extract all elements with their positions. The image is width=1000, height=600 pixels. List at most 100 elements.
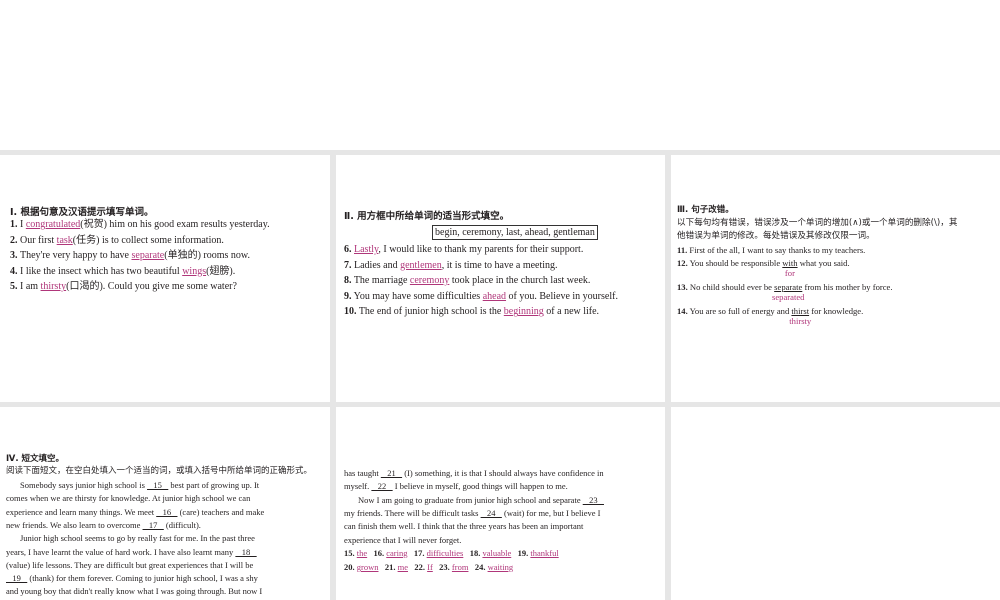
passage-line: and young boy that didn't really know wh… bbox=[6, 585, 262, 598]
section1-heading: Ⅰ. 根据句意及汉语提示填写单词。 bbox=[10, 207, 154, 218]
word-box: begin, ceremony, last, ahead, gentleman bbox=[432, 225, 598, 240]
answer-word: grown bbox=[356, 562, 379, 572]
answer-number: 19. bbox=[511, 548, 531, 558]
item-number: 7. bbox=[344, 259, 352, 271]
item-text: The end of junior high school is the bbox=[356, 306, 504, 318]
passage-text: new friends. We also learn to overcome bbox=[6, 519, 143, 530]
passage-line: has taught 21 (I) something, it is that … bbox=[344, 467, 604, 480]
passage-text: Junior high school seems to go by really… bbox=[20, 533, 255, 544]
passage-text: I believe in myself, good things will ha… bbox=[392, 481, 568, 492]
item-text: took place in the church last week. bbox=[449, 275, 591, 287]
item-text: (祝贺) him on his good exam results yester… bbox=[80, 219, 270, 230]
item-text: (翅膀). bbox=[206, 265, 236, 277]
passage-text: Somebody says junior high school is bbox=[20, 480, 148, 490]
section1-item: 2. Our first task(任务) is to collect some… bbox=[10, 235, 224, 247]
section4-heading: Ⅳ. 短文填空。 bbox=[6, 454, 65, 464]
item-number: 10. bbox=[344, 306, 357, 318]
panel-passage-continued: has taught 21 (I) something, it is that … bbox=[336, 407, 665, 600]
item-number: 11. bbox=[677, 245, 688, 255]
passage-line: Junior high school seems to go by really… bbox=[20, 532, 255, 545]
item-text: I like the insect which has two beautifu… bbox=[20, 265, 183, 277]
passage-text: experience that I will never forget. bbox=[344, 534, 462, 545]
blank-number: 15 bbox=[147, 480, 169, 490]
item-number: 14. bbox=[677, 306, 688, 316]
section3-heading: Ⅲ. 句子改错。 bbox=[677, 205, 734, 215]
item-text: (单独的) rooms now. bbox=[164, 250, 250, 262]
passage-line: comes when we are thirsty for knowledge.… bbox=[6, 492, 250, 505]
passage-text: (value) life lessons. They are difficult… bbox=[6, 559, 254, 570]
item-text: Our first bbox=[20, 234, 57, 246]
answer-number: 23. bbox=[432, 562, 452, 572]
item-text: from his mother by force. bbox=[802, 282, 893, 292]
answer-word: ceremony bbox=[409, 275, 450, 287]
passage-line: Somebody says junior high school is 15 b… bbox=[20, 479, 259, 492]
correction-word: thirsty bbox=[789, 316, 812, 326]
passage-text: (wait) for me, but I believe I bbox=[501, 507, 601, 518]
section2-item: 6. Lastly, I would like to thank my pare… bbox=[344, 244, 583, 256]
passage-text: best part of growing up. It bbox=[168, 480, 260, 490]
passage-text: years, I have learnt the value of hard w… bbox=[6, 546, 236, 557]
item-text: I am bbox=[20, 281, 41, 293]
section2-item: 9. You may have some difficulties ahead … bbox=[344, 291, 618, 303]
item-text: for knowledge. bbox=[809, 306, 864, 316]
answer-word: valuable bbox=[482, 548, 512, 558]
passage-text: comes when we are thirsty for knowledge.… bbox=[6, 493, 251, 504]
passage-text: my friends. There will be difficult task… bbox=[344, 507, 481, 518]
passage-line: experience and learn many things. We mee… bbox=[6, 506, 264, 519]
section1-item: 5. I am thirsty(口渴的). Could you give me … bbox=[10, 281, 237, 293]
answer-number: 20. bbox=[344, 562, 357, 572]
blank-number: 19 bbox=[6, 573, 28, 584]
error-word: separate bbox=[774, 282, 803, 292]
section3-item: 11. First of the all, I want to say than… bbox=[677, 244, 865, 256]
item-number: 12. bbox=[677, 258, 688, 268]
blank-number: 18 bbox=[235, 546, 257, 557]
passage-line: (value) life lessons. They are difficult… bbox=[6, 559, 253, 572]
panel-error-correction: Ⅲ. 句子改错。 以下每句均有错误，错误涉及一个单词的增加(∧)或一个单词的删除… bbox=[671, 155, 1000, 402]
passage-text: experience and learn many things. We mee… bbox=[6, 506, 157, 517]
item-number: 5. bbox=[10, 281, 20, 293]
answer-word: thankful bbox=[530, 548, 559, 558]
passage-line: can finish them well. I think that the t… bbox=[344, 520, 583, 533]
correction-word: separated bbox=[772, 292, 805, 302]
section3-instruction-2: 他错误为单词的修改。每处错误及其修改仅限一词。 bbox=[677, 231, 875, 241]
passage-text: myself. bbox=[344, 481, 372, 492]
section2-item: 7. Ladies and gentlemen, it is time to h… bbox=[344, 260, 558, 272]
passage-text: (I) something, it is that I should alway… bbox=[402, 468, 604, 478]
answer-row: 20. grown 21. me 22. If 23. from 24. wai… bbox=[344, 561, 513, 574]
item-number: 8. bbox=[344, 275, 352, 287]
top-blank-area bbox=[0, 0, 1000, 150]
answer-number: 24. bbox=[468, 562, 488, 572]
item-text: The marriage bbox=[351, 275, 410, 287]
item-number: 1. bbox=[10, 219, 20, 230]
answer-word: caring bbox=[386, 548, 408, 558]
passage-text: and young boy that didn't really know wh… bbox=[6, 586, 263, 597]
item-text: You may have some difficulties bbox=[351, 290, 483, 302]
item-number: 13. bbox=[677, 282, 688, 292]
section1-item: 4. I like the insect which has two beaut… bbox=[10, 266, 235, 278]
item-text: You are so full of energy and bbox=[687, 306, 792, 316]
answer-word: the bbox=[356, 548, 368, 558]
passage-line: new friends. We also learn to overcome 1… bbox=[6, 519, 201, 532]
item-text: of you. Believe in yourself. bbox=[506, 290, 618, 302]
blank-number: 21 bbox=[380, 468, 403, 478]
passage-text: can finish them well. I think that the t… bbox=[344, 521, 584, 532]
item-text: (口渴的). Could you give me some water? bbox=[66, 281, 237, 293]
answer-number: 15. bbox=[344, 548, 357, 558]
passage-text: (thank) for them forever. Coming to juni… bbox=[27, 573, 258, 584]
answer-word: separate bbox=[131, 250, 165, 262]
answer-word: waiting bbox=[487, 562, 514, 572]
answer-number: 16. bbox=[367, 548, 387, 558]
item-text: They're very happy to have bbox=[20, 250, 132, 262]
item-number: 6. bbox=[344, 244, 352, 255]
panel-empty bbox=[671, 407, 1000, 600]
panel-passage-fill: Ⅳ. 短文填空。 阅读下面短文，在空白处填入一个适当的词，或填入括号中所给单词的… bbox=[0, 407, 330, 600]
item-text: of a new life. bbox=[543, 306, 600, 318]
item-number: 2. bbox=[10, 234, 20, 246]
passage-line: my friends. There will be difficult task… bbox=[344, 507, 601, 520]
item-number: 9. bbox=[344, 290, 352, 302]
item-text: , I would like to thank my parents for t… bbox=[378, 244, 584, 255]
blank-number: 23 bbox=[582, 494, 604, 505]
answer-word: me bbox=[397, 562, 408, 572]
section2-heading: Ⅱ. 用方框中所给单词的适当形式填空。 bbox=[344, 211, 510, 222]
answer-number: 22. bbox=[408, 562, 428, 572]
